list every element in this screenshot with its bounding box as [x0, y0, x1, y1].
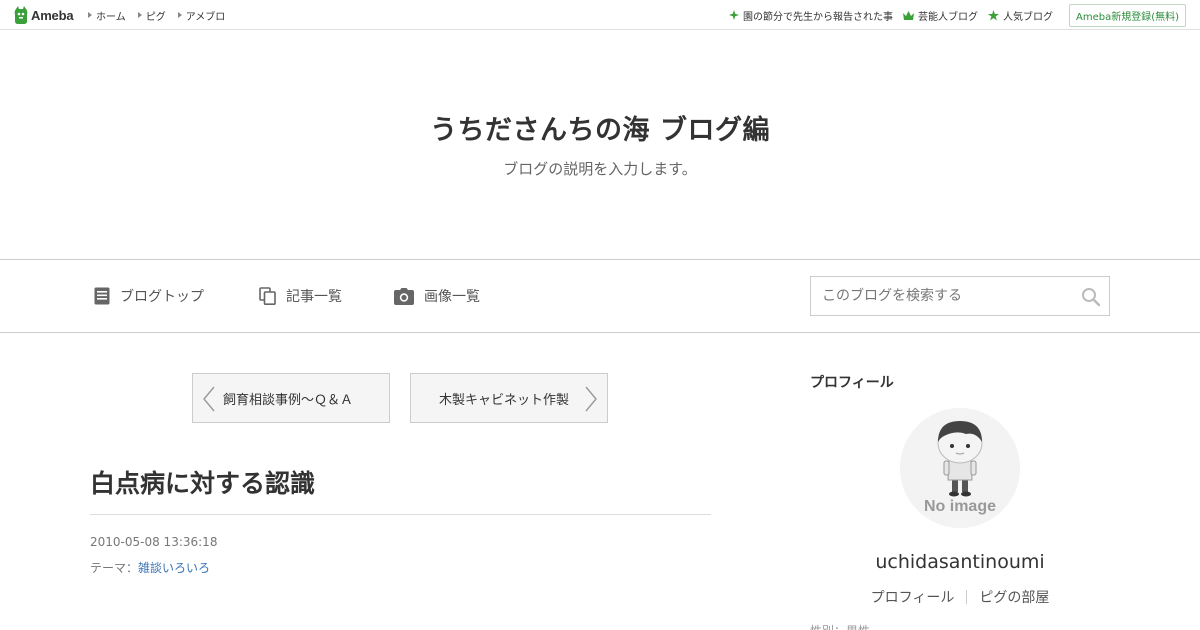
nav-image-list[interactable]: 画像一覧 [394, 285, 480, 307]
username[interactable]: uchidasantinoumi [810, 551, 1110, 573]
celebrity-blog-label: 芸能人ブログ [917, 11, 978, 23]
search-input[interactable] [811, 277, 1109, 315]
next-entry-label: 木製キャビネット作製 [439, 392, 570, 408]
blog-nav: ブログトップ 記事一覧 画像一覧 [0, 260, 1200, 333]
nav-blog-top[interactable]: ブログトップ [94, 285, 204, 307]
trending-topic-link[interactable]: 園の節分で先生から報告された事 [728, 8, 893, 23]
document-icon [94, 287, 110, 305]
global-nav-label: ピグ [145, 11, 166, 23]
profile-links: プロフィール ピグの部屋 [810, 587, 1110, 607]
ameba-mascot-icon [14, 6, 28, 24]
pigg-room-link[interactable]: ピグの部屋 [979, 587, 1049, 607]
blog-title[interactable]: うちださんちの海 ブログ編 [0, 108, 1200, 147]
popular-blog-label: 人気ブログ [1002, 11, 1053, 23]
celebrity-blog-link[interactable]: 芸能人ブログ [902, 8, 978, 23]
triangle-right-icon [88, 12, 92, 18]
blog-header: うちださんちの海 ブログ編 ブログの説明を入力します。 [0, 30, 1200, 260]
prev-entry-button[interactable]: 飼育相談事例～Ｑ＆Ａ [192, 373, 390, 423]
global-nav: ホーム ピグ アメブロ [88, 0, 225, 30]
entry-theme-prefix: テーマ： [90, 561, 139, 575]
sparkle-icon [728, 10, 739, 20]
camera-icon [394, 287, 414, 305]
chevron-left-icon [203, 386, 215, 412]
link-separator [966, 590, 968, 604]
global-right-nav: 園の節分で先生から報告された事 芸能人ブログ 人気ブログ Ameba新規登録(無… [728, 0, 1186, 30]
nav-entry-list[interactable]: 記事一覧 [259, 285, 342, 307]
ameba-logo[interactable]: Ameba [14, 6, 74, 24]
crown-icon [902, 10, 914, 20]
triangle-right-icon [137, 12, 142, 18]
profile-heading: プロフィール [810, 375, 894, 391]
global-nav-label: アメブロ [185, 11, 226, 23]
logo-text: Ameba [31, 7, 74, 23]
next-entry-button[interactable]: 木製キャビネット作製 [410, 373, 608, 423]
nav-item-label: ブログトップ [120, 289, 204, 305]
global-nav-label: ホーム [96, 11, 126, 23]
global-nav-ameblo[interactable]: アメブロ [177, 8, 226, 23]
star-icon [987, 9, 999, 21]
prev-entry-label: 飼育相談事例～Ｑ＆Ａ [223, 392, 354, 408]
blog-description: ブログの説明を入力します。 [503, 160, 697, 178]
entry-theme-link[interactable]: 雑談いろいろ [138, 561, 210, 575]
entry-theme: テーマ：雑談いろいろ [90, 559, 210, 576]
trending-topic-label: 園の節分で先生から報告された事 [742, 11, 893, 23]
entry-date: 2010-05-08 13:36:18 [90, 535, 218, 549]
global-nav-home[interactable]: ホーム [88, 8, 126, 23]
search-icon[interactable] [1081, 287, 1101, 307]
nav-item-label: 画像一覧 [424, 289, 480, 305]
entry-divider [90, 514, 711, 515]
global-nav-pigg[interactable]: ピグ [137, 8, 166, 23]
no-image-label: No image [923, 498, 996, 515]
global-header: Ameba ホーム ピグ アメブロ 園の節分で先生から報告された事 芸能人ブログ [0, 0, 1200, 30]
blog-search [810, 276, 1110, 316]
chevron-right-icon [585, 386, 597, 412]
register-button[interactable]: Ameba新規登録(無料) [1068, 3, 1186, 27]
entry-title[interactable]: 白点病に対する認識 [90, 464, 315, 500]
avatar[interactable]: No image [900, 408, 1020, 528]
copy-icon [259, 287, 276, 305]
profile-gender-partial: 性別：男性 [810, 622, 870, 630]
profile-link[interactable]: プロフィール [871, 587, 955, 607]
triangle-right-icon [177, 12, 182, 18]
popular-blog-link[interactable]: 人気ブログ [987, 8, 1053, 23]
nav-item-label: 記事一覧 [286, 289, 342, 305]
